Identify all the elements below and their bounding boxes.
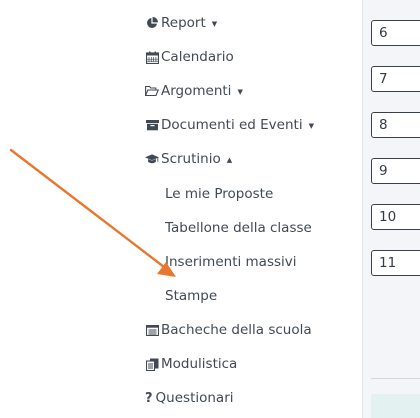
sidebar-item-label: Questionari	[155, 390, 234, 406]
number-box[interactable]: 6	[371, 20, 420, 46]
caret-up-icon: ▲	[226, 156, 233, 164]
sidebar-item-label: Bacheche della scuola	[161, 322, 312, 338]
caret-down-icon: ▼	[308, 122, 314, 130]
sidebar-item-argomenti[interactable]: Argomenti ▼	[145, 79, 243, 103]
question-mark-icon: ?	[145, 390, 153, 406]
sidebar-item-report[interactable]: Report ▼	[145, 11, 217, 35]
sidebar-item-label: Argomenti	[161, 83, 232, 99]
sidebar-item-label: Report	[161, 15, 206, 31]
number-box[interactable]: 10	[371, 204, 420, 230]
number-box[interactable]: 11	[371, 250, 420, 276]
sidebar-item-calendario[interactable]: Calendario	[145, 45, 234, 69]
caret-down-icon: ▼	[211, 20, 218, 28]
screen: Report ▼ Calendario Argomenti ▼ Document…	[0, 0, 420, 418]
number-box[interactable]: 8	[371, 112, 420, 138]
calendar-icon	[145, 50, 159, 64]
bottom-tile[interactable]	[371, 394, 420, 418]
submenu-item-le-mie-proposte[interactable]: Le mie Proposte	[165, 182, 273, 206]
submenu-item-tabellone-classe[interactable]: Tabellone della classe	[165, 216, 312, 240]
graduation-cap-icon	[145, 152, 159, 166]
file-copy-icon	[145, 357, 159, 371]
divider	[371, 378, 420, 379]
list-icon	[145, 323, 159, 337]
sidebar-item-label: Calendario	[161, 49, 234, 65]
submenu-item-inserimenti-massivi[interactable]: Inserimenti massivi	[165, 250, 297, 274]
pie-chart-icon	[145, 16, 159, 30]
sidebar-item-scrutinio[interactable]: Scrutinio ▲	[145, 147, 232, 171]
caret-down-icon: ▼	[237, 88, 243, 96]
content-panel: 6 7 8 9 10 11	[362, 0, 420, 418]
sidebar-item-label: Modulistica	[161, 356, 238, 372]
sidebar-item-label: Documenti ed Eventi	[161, 117, 303, 133]
sidebar-menu: Report ▼ Calendario Argomenti ▼ Document…	[0, 0, 362, 418]
submenu-item-stampe[interactable]: Stampe	[165, 284, 217, 308]
sidebar-item-label: Scrutinio	[161, 151, 221, 167]
sidebar-item-bacheche[interactable]: Bacheche della scuola	[145, 318, 312, 342]
folder-open-icon	[145, 84, 159, 98]
sidebar-item-documenti-eventi[interactable]: Documenti ed Eventi ▼	[145, 113, 314, 137]
sidebar-item-modulistica[interactable]: Modulistica	[145, 352, 237, 376]
sidebar-item-questionari[interactable]: ? Questionari	[145, 386, 234, 410]
archive-icon	[145, 118, 159, 132]
number-box[interactable]: 7	[371, 66, 420, 92]
number-box[interactable]: 9	[371, 158, 420, 184]
